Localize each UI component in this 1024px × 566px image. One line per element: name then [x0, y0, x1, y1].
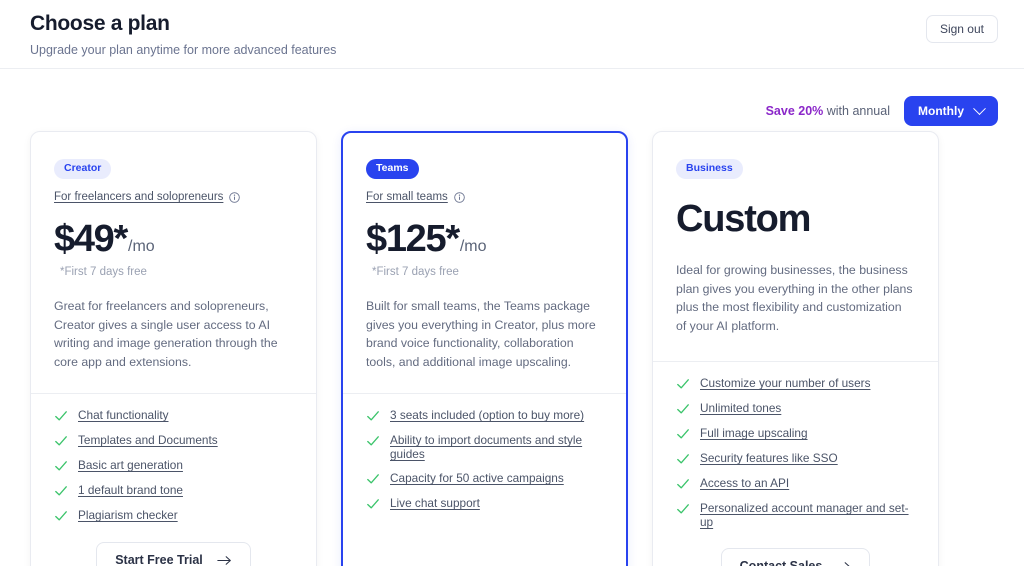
plan-price-creator: $49* /mo — [54, 218, 293, 260]
plan-price-business: Custom — [676, 198, 811, 240]
feature-list-business: Customize your number of users Unlimited… — [676, 362, 915, 529]
plan-audience-label: For small teams — [366, 191, 448, 203]
feature-list-teams: 3 seats included (option to buy more) Ab… — [366, 394, 603, 511]
check-icon — [677, 454, 689, 464]
list-item[interactable]: Templates and Documents — [54, 433, 293, 448]
plan-card-business[interactable]: Business Custom Ideal for growing busine… — [652, 131, 939, 566]
feature-label: Chat functionality — [78, 408, 169, 422]
feature-label: Personalized account manager and set-up — [700, 501, 909, 529]
plan-description: Ideal for growing businesses, the busine… — [676, 263, 913, 333]
feature-label: Customize your number of users — [700, 376, 871, 390]
arrow-right-icon — [217, 556, 231, 565]
billing-period-row: Save 20% with annual Monthly — [0, 69, 1024, 131]
feature-label: Ability to import documents and style gu… — [390, 433, 583, 461]
plan-card-teams[interactable]: Teams For small teams $125* /mo *First 7… — [341, 131, 628, 566]
list-item[interactable]: Unlimited tones — [676, 401, 915, 416]
check-icon — [677, 504, 689, 514]
list-item[interactable]: Customize your number of users — [676, 376, 915, 391]
chevron-down-icon — [973, 101, 986, 115]
check-icon — [55, 486, 67, 496]
list-item[interactable]: Access to an API — [676, 476, 915, 491]
check-icon — [55, 511, 67, 521]
cta-wrapper: Contact Sales — [676, 539, 915, 566]
info-icon[interactable] — [454, 191, 465, 203]
feature-label: Access to an API — [700, 476, 790, 490]
list-item[interactable]: Capacity for 50 active campaigns — [366, 471, 603, 486]
feature-label: 1 default brand tone — [78, 483, 183, 497]
billing-period-dropdown[interactable]: Monthly — [904, 96, 998, 126]
list-item[interactable]: 3 seats included (option to buy more) — [366, 408, 603, 423]
check-icon — [367, 436, 379, 446]
plan-badge-business: Business — [676, 159, 743, 179]
list-item[interactable]: Security features like SSO — [676, 451, 915, 466]
check-icon — [367, 499, 379, 509]
list-item[interactable]: Personalized account manager and set-up — [676, 501, 915, 529]
annual-savings-note: Save 20% with annual — [766, 104, 890, 118]
plan-description: Built for small teams, the Teams package… — [366, 299, 596, 369]
check-icon — [677, 479, 689, 489]
check-icon — [367, 411, 379, 421]
check-icon — [677, 404, 689, 414]
check-icon — [367, 474, 379, 484]
cta-label: Start Free Trial — [115, 553, 203, 566]
plan-price-period: /mo — [128, 238, 155, 255]
arrow-right-icon — [836, 562, 850, 566]
cta-label: Contact Sales — [739, 559, 823, 566]
feature-label: Live chat support — [390, 496, 480, 510]
plan-price-amount: $125* — [366, 218, 460, 260]
page-subtitle: Upgrade your plan anytime for more advan… — [30, 43, 337, 57]
plan-description: Great for freelancers and solopreneurs, … — [54, 299, 278, 369]
plan-price-note: *First 7 days free — [372, 266, 459, 278]
list-item[interactable]: Basic art generation — [54, 458, 293, 473]
billing-period-label: Monthly — [918, 104, 964, 118]
check-icon — [677, 429, 689, 439]
page-header: Choose a plan Upgrade your plan anytime … — [0, 0, 1024, 69]
plan-price-amount: $49* — [54, 218, 128, 260]
feature-label: Capacity for 50 active campaigns — [390, 471, 564, 485]
check-icon — [55, 436, 67, 446]
feature-label: Templates and Documents — [78, 433, 218, 447]
contact-sales-button[interactable]: Contact Sales — [720, 548, 871, 566]
plan-audience-teams[interactable]: For small teams — [366, 191, 603, 203]
start-free-trial-button-creator[interactable]: Start Free Trial — [96, 542, 251, 566]
list-item[interactable]: Ability to import documents and style gu… — [366, 433, 603, 461]
plan-price-note: *First 7 days free — [60, 266, 147, 278]
list-item[interactable]: Full image upscaling — [676, 426, 915, 441]
feature-label: 3 seats included (option to buy more) — [390, 408, 585, 422]
plan-price-teams: $125* /mo — [366, 218, 603, 260]
check-icon — [55, 411, 67, 421]
check-icon — [55, 461, 67, 471]
feature-label: Unlimited tones — [700, 401, 782, 415]
list-item[interactable]: Plagiarism checker — [54, 508, 293, 523]
sign-out-button[interactable]: Sign out — [925, 15, 998, 43]
plan-audience-label: For freelancers and solopreneurs — [54, 191, 224, 203]
info-icon[interactable] — [229, 191, 241, 203]
list-item[interactable]: 1 default brand tone — [54, 483, 293, 498]
savings-rest-text: with annual — [823, 104, 890, 118]
feature-list-creator: Chat functionality Templates and Documen… — [54, 394, 293, 523]
plan-audience-creator[interactable]: For freelancers and solopreneurs — [54, 191, 293, 203]
plan-price-period: /mo — [459, 238, 487, 255]
feature-label: Plagiarism checker — [78, 508, 178, 522]
cta-wrapper: Start Free Trial — [366, 521, 603, 566]
feature-label: Security features like SSO — [700, 451, 838, 465]
plan-card-creator[interactable]: Creator For freelancers and solopreneurs… — [30, 131, 317, 566]
cta-wrapper: Start Free Trial — [54, 533, 293, 566]
list-item[interactable]: Chat functionality — [54, 408, 293, 423]
feature-label: Full image upscaling — [700, 426, 808, 440]
page-title: Choose a plan — [30, 12, 170, 35]
plan-badge-teams: Teams — [366, 159, 419, 179]
plan-cards-container: Creator For freelancers and solopreneurs… — [0, 131, 1024, 566]
feature-label: Basic art generation — [78, 458, 183, 472]
savings-accent-text: Save 20% — [765, 104, 824, 118]
check-icon — [677, 379, 689, 389]
list-item[interactable]: Live chat support — [366, 496, 603, 511]
plan-badge-creator: Creator — [54, 159, 112, 179]
